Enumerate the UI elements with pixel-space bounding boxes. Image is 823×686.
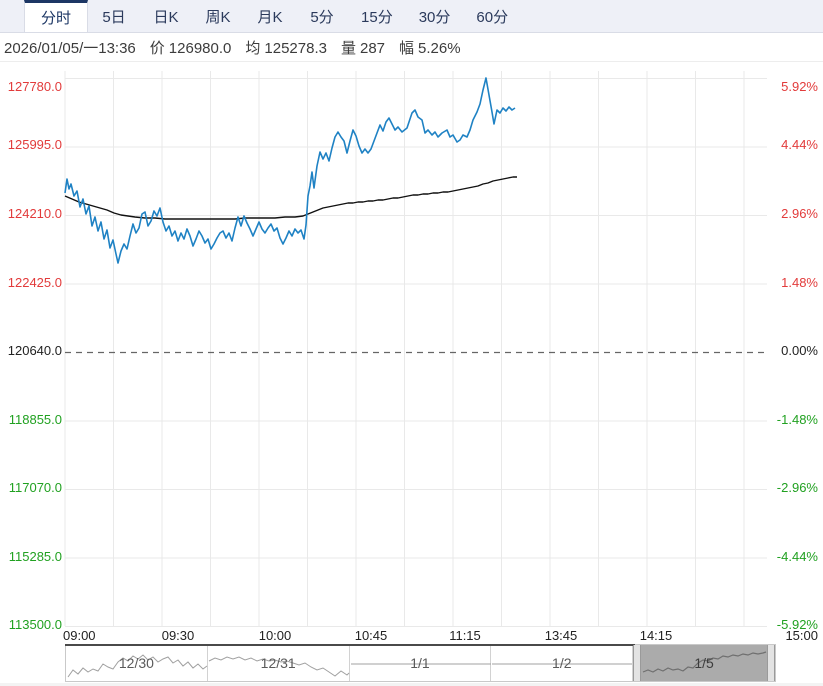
navigator-date-label: 1/5 [633, 655, 775, 671]
tab-60min[interactable]: 60分 [463, 0, 521, 32]
quote-datetime: 2026/01/05/一13:36 [4, 37, 136, 58]
navigator-right-handle[interactable] [767, 645, 775, 681]
price-line [65, 78, 515, 263]
navigator-panel-1-5-selected[interactable]: 1/5 [633, 645, 775, 681]
quote-range: 幅5.26% [399, 37, 461, 58]
x-axis-time-tick: 10:45 [350, 628, 392, 643]
x-axis-time-tick: 10:00 [254, 628, 296, 643]
x-axis-time-tick: 14:15 [635, 628, 677, 643]
quote-price: 价126980.0 [150, 37, 232, 58]
tab-minute-chart[interactable]: 分时 [24, 0, 88, 32]
navigator-panel-1-1[interactable]: 1/1 [350, 645, 492, 681]
tab-monthly-k[interactable]: 月K [244, 0, 296, 32]
navigator-date-label: 12/31 [208, 655, 349, 671]
x-axis-time-tick: 09:30 [157, 628, 199, 643]
date-range-navigator: 12/30 12/31 1/1 1/2 1/5 [65, 644, 776, 682]
chart-canvas[interactable] [0, 63, 823, 627]
tab-5min[interactable]: 5分 [296, 0, 348, 32]
navigator-panel-1-2[interactable]: 1/2 [491, 645, 633, 681]
navigator-date-label: 1/1 [350, 655, 491, 671]
grid-lines [65, 71, 767, 627]
tab-5day[interactable]: 5日 [88, 0, 140, 32]
navigator-date-label: 12/30 [66, 655, 207, 671]
quote-volume: 量287 [341, 37, 385, 58]
x-axis-time-tick: 11:15 [444, 628, 486, 643]
navigator-panel-12-30[interactable]: 12/30 [66, 645, 208, 681]
x-axis-time-tick: 15:00 [774, 628, 818, 643]
tab-daily-k[interactable]: 日K [140, 0, 192, 32]
average-line [65, 177, 517, 219]
navigator-date-label: 1/2 [491, 655, 632, 671]
navigator-panel-12-31[interactable]: 12/31 [208, 645, 350, 681]
quote-average: 均125278.3 [245, 37, 327, 58]
tab-30min[interactable]: 30分 [406, 0, 464, 32]
navigator-unselected-top-border [65, 644, 635, 646]
intraday-chart-window: 分时 5日 日K 周K 月K 5分 15分 30分 60分 2026/01/05… [0, 0, 823, 686]
x-axis-time-tick: 09:00 [63, 628, 108, 643]
x-axis-time-tick: 13:45 [540, 628, 582, 643]
navigator-left-handle[interactable] [633, 645, 641, 681]
quote-info-bar: 2026/01/05/一13:36 价126980.0 均125278.3 量2… [0, 33, 823, 62]
period-tab-bar: 分时 5日 日K 周K 月K 5分 15分 30分 60分 [0, 0, 823, 33]
tab-weekly-k[interactable]: 周K [192, 0, 244, 32]
tab-15min[interactable]: 15分 [348, 0, 406, 32]
